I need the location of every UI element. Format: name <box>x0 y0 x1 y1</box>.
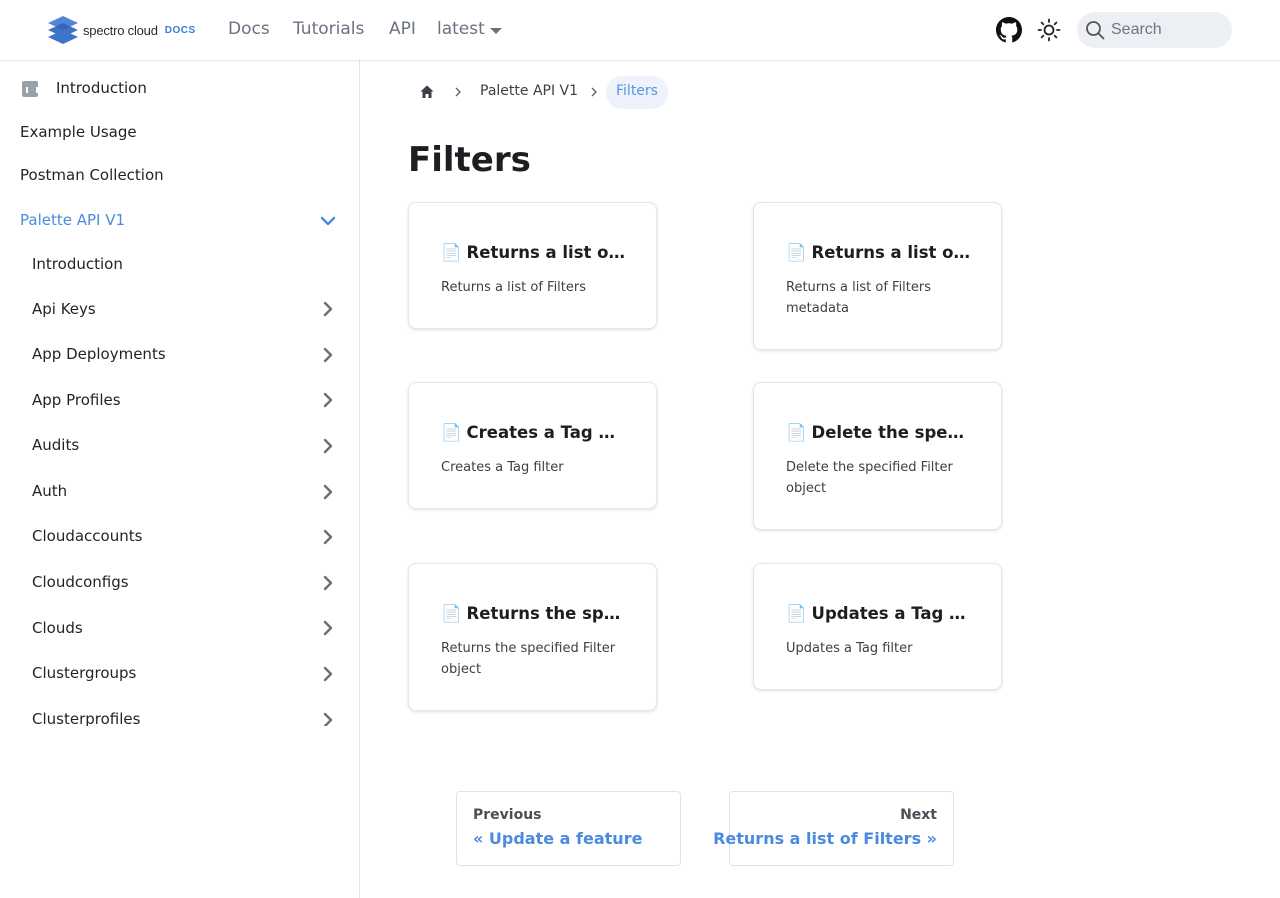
version-dropdown[interactable]: latest <box>437 19 485 39</box>
sidebar-sub-item-app-deployments[interactable]: App Deployments <box>32 345 166 363</box>
sidebar-item-example-usage[interactable]: Example Usage <box>20 123 137 141</box>
chevron-right-icon[interactable] <box>320 347 336 363</box>
next-page-button[interactable]: Next Returns a list of Filters » <box>713 791 954 866</box>
previous-page-button[interactable]: Previous « Update a feature <box>456 791 681 866</box>
sidebar-sub-item-cloudaccounts[interactable]: Cloudaccounts <box>32 527 142 545</box>
card-description: Returns a list of Filters <box>441 280 586 295</box>
home-icon[interactable] <box>419 84 435 100</box>
sidebar-sub-item-auth[interactable]: Auth <box>32 482 67 500</box>
chevron-right-icon[interactable] <box>320 620 336 636</box>
doc-card[interactable]: 📄Returns the specified Filter object Ret… <box>408 563 657 711</box>
sidebar-item-introduction[interactable]: Introduction <box>56 79 147 97</box>
sidebar-sub-item-api-keys[interactable]: Api Keys <box>32 300 96 318</box>
card-description: Delete the specified Filter object <box>786 460 953 496</box>
doc-card[interactable]: 📄Returns a list of Filters Returns a lis… <box>408 202 657 329</box>
document-icon: 📄 <box>786 423 807 442</box>
chevron-right-icon <box>455 87 461 97</box>
sidebar-item-postman-collection[interactable]: Postman Collection <box>20 166 164 184</box>
sidebar: Introduction Example Usage Postman Colle… <box>0 60 360 898</box>
sidebar-sub-item-audits[interactable]: Audits <box>32 436 79 454</box>
doc-card[interactable]: 📄Delete the specified Filter object Dele… <box>753 382 1002 530</box>
pager-previous-label: « Update a feature <box>473 829 643 848</box>
chevron-right-icon <box>591 87 597 97</box>
card-description: Returns the specified Filter object <box>441 641 616 677</box>
doc-card[interactable]: 📄Updates a Tag filter Updates a Tag filt… <box>753 563 1002 690</box>
nav-link-docs[interactable]: Docs <box>228 19 270 39</box>
github-icon[interactable] <box>996 17 1022 43</box>
doc-card[interactable]: 📄Returns a list of Filters metadata Retu… <box>753 202 1002 350</box>
nav-link-tutorials[interactable]: Tutorials <box>293 19 364 39</box>
sun-theme-toggle-icon[interactable] <box>1037 18 1061 42</box>
card-title: 📄Delete the specified Filter object <box>786 423 971 442</box>
doc-card[interactable]: 📄 Creates a Tag filter Creates a Tag filt… <box>408 382 657 509</box>
sidebar-sub-item-clustergroups[interactable]: Clustergroups <box>32 664 136 682</box>
document-icon: 📄 <box>441 604 462 623</box>
sidebar-sub-item-introduction[interactable]: Introduction <box>32 255 123 273</box>
sidebar-sub-item-app-profiles[interactable]: App Profiles <box>32 391 121 409</box>
card-description: Updates a Tag filter <box>786 641 913 656</box>
breadcrumb-current: Filters <box>606 76 668 109</box>
search-icon <box>1086 21 1105 40</box>
card-description: Returns a list of Filters metadata <box>786 280 931 316</box>
pager-previous-sublabel: Previous <box>473 807 542 823</box>
sidebar-sub-item-clouds[interactable]: Clouds <box>32 619 83 637</box>
document-icon: 📄 <box>786 243 807 262</box>
brand-docs-label: DOCS <box>164 24 196 36</box>
chevron-right-icon[interactable] <box>320 392 336 408</box>
chevron-right-icon[interactable] <box>320 484 336 500</box>
card-title: 📄Returns a list of Filters <box>441 243 626 262</box>
spectro-cloud-logo-icon <box>48 16 78 44</box>
document-icon: 📄 <box>441 423 462 442</box>
chevron-right-icon[interactable] <box>320 666 336 682</box>
chevron-down-icon <box>490 28 502 34</box>
chevron-right-icon[interactable] <box>320 301 336 317</box>
brand-logo[interactable]: spectro cloud DOCS <box>47 15 196 45</box>
sidebar-scroll-area[interactable]: Introduction Example Usage Postman Colle… <box>0 60 359 726</box>
pager-next-sublabel: Next <box>900 807 937 823</box>
card-title: 📄Returns a list of Filters metadata <box>786 243 971 262</box>
chevron-right-icon[interactable] <box>320 438 336 454</box>
chevron-right-icon[interactable] <box>320 529 336 545</box>
chevron-right-icon[interactable] <box>320 575 336 591</box>
search-placeholder: Search <box>1111 21 1162 38</box>
card-title: 📄Returns the specified Filter object <box>441 604 626 623</box>
api-intro-icon <box>22 81 38 97</box>
pager-next-label: Returns a list of Filters » <box>713 829 937 848</box>
card-description: Creates a Tag filter <box>441 460 564 475</box>
breadcrumb-palette-api-v1[interactable]: Palette API V1 <box>480 83 578 99</box>
brand-name: spectro cloud <box>83 22 158 38</box>
sidebar-sub-item-cloudconfigs[interactable]: Cloudconfigs <box>32 573 129 591</box>
chevron-right-icon[interactable] <box>320 712 336 726</box>
sidebar-item-palette-api-v1[interactable]: Palette API V1 <box>20 211 125 229</box>
card-title: 📄 Creates a Tag filter <box>441 423 626 442</box>
nav-link-api[interactable]: API <box>389 19 416 39</box>
chevron-down-icon[interactable] <box>320 213 336 229</box>
card-title: 📄Updates a Tag filter <box>786 604 971 623</box>
document-icon: 📄 <box>441 243 462 262</box>
top-navbar: spectro cloud DOCS Docs Tutorials API la… <box>0 0 1280 60</box>
page-title: Filters <box>408 140 531 180</box>
sidebar-sub-item-clusterprofiles[interactable]: Clusterprofiles <box>32 710 140 726</box>
search-input[interactable]: Search <box>1077 12 1232 48</box>
document-icon: 📄 <box>786 604 807 623</box>
